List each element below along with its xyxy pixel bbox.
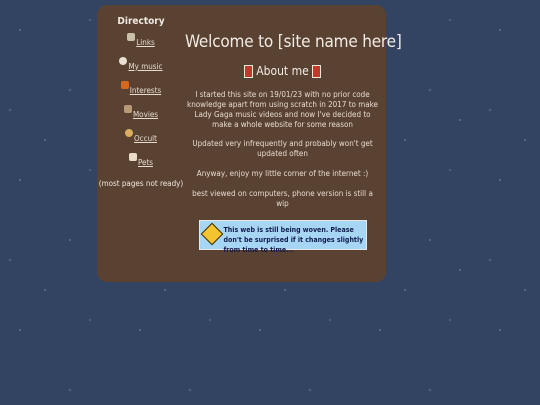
nav-label: Movies bbox=[132, 110, 159, 119]
about-heading-text: About me bbox=[256, 64, 309, 78]
nav-label: Links bbox=[136, 38, 155, 47]
pets-icon bbox=[128, 153, 137, 161]
interests-icon bbox=[120, 81, 129, 89]
banner-text: This web is still being woven. Please do… bbox=[223, 226, 364, 254]
music-icon bbox=[119, 57, 128, 65]
nav-link-occult[interactable]: Occult bbox=[97, 129, 185, 147]
nav-link-links[interactable]: Links bbox=[97, 33, 185, 51]
construction-sign-icon bbox=[200, 222, 223, 246]
nav-link-interests[interactable]: Interests bbox=[97, 81, 185, 99]
update-paragraph: Updated very infrequently and probably w… bbox=[192, 139, 373, 158]
nav-link-pets[interactable]: Pets bbox=[97, 153, 185, 171]
page-title: Welcome to [site name here] bbox=[185, 32, 402, 52]
content-panel: Directory Links My music Interests Movie… bbox=[97, 5, 402, 282]
welcome-paragraph: Anyway, enjoy my little corner of the in… bbox=[196, 169, 369, 178]
occult-icon bbox=[125, 129, 134, 137]
directory-title: Directory bbox=[117, 16, 165, 27]
pin-icon bbox=[244, 65, 254, 78]
sidebar: Directory Links My music Interests Movie… bbox=[97, 5, 185, 188]
pin-icon bbox=[311, 65, 321, 78]
device-note: best viewed on computers, phone version … bbox=[192, 189, 373, 208]
under-construction-banner: This web is still being woven. Please do… bbox=[198, 220, 367, 254]
nav-link-movies[interactable]: Movies bbox=[97, 105, 185, 123]
movies-icon bbox=[123, 105, 132, 113]
pages-status-note: (most pages not ready) bbox=[98, 179, 184, 188]
links-icon bbox=[127, 33, 136, 41]
intro-paragraph: I started this site on 19/01/23 with no … bbox=[187, 90, 378, 129]
nav-label: My music bbox=[128, 62, 163, 71]
nav-label: Interests bbox=[129, 86, 162, 95]
nav-label: Occult bbox=[134, 134, 157, 143]
nav-link-my-music[interactable]: My music bbox=[97, 57, 185, 75]
nav-label: Pets bbox=[137, 158, 154, 167]
about-heading: About me bbox=[185, 64, 380, 78]
main-content: Welcome to [site name here] About me I s… bbox=[185, 5, 402, 254]
